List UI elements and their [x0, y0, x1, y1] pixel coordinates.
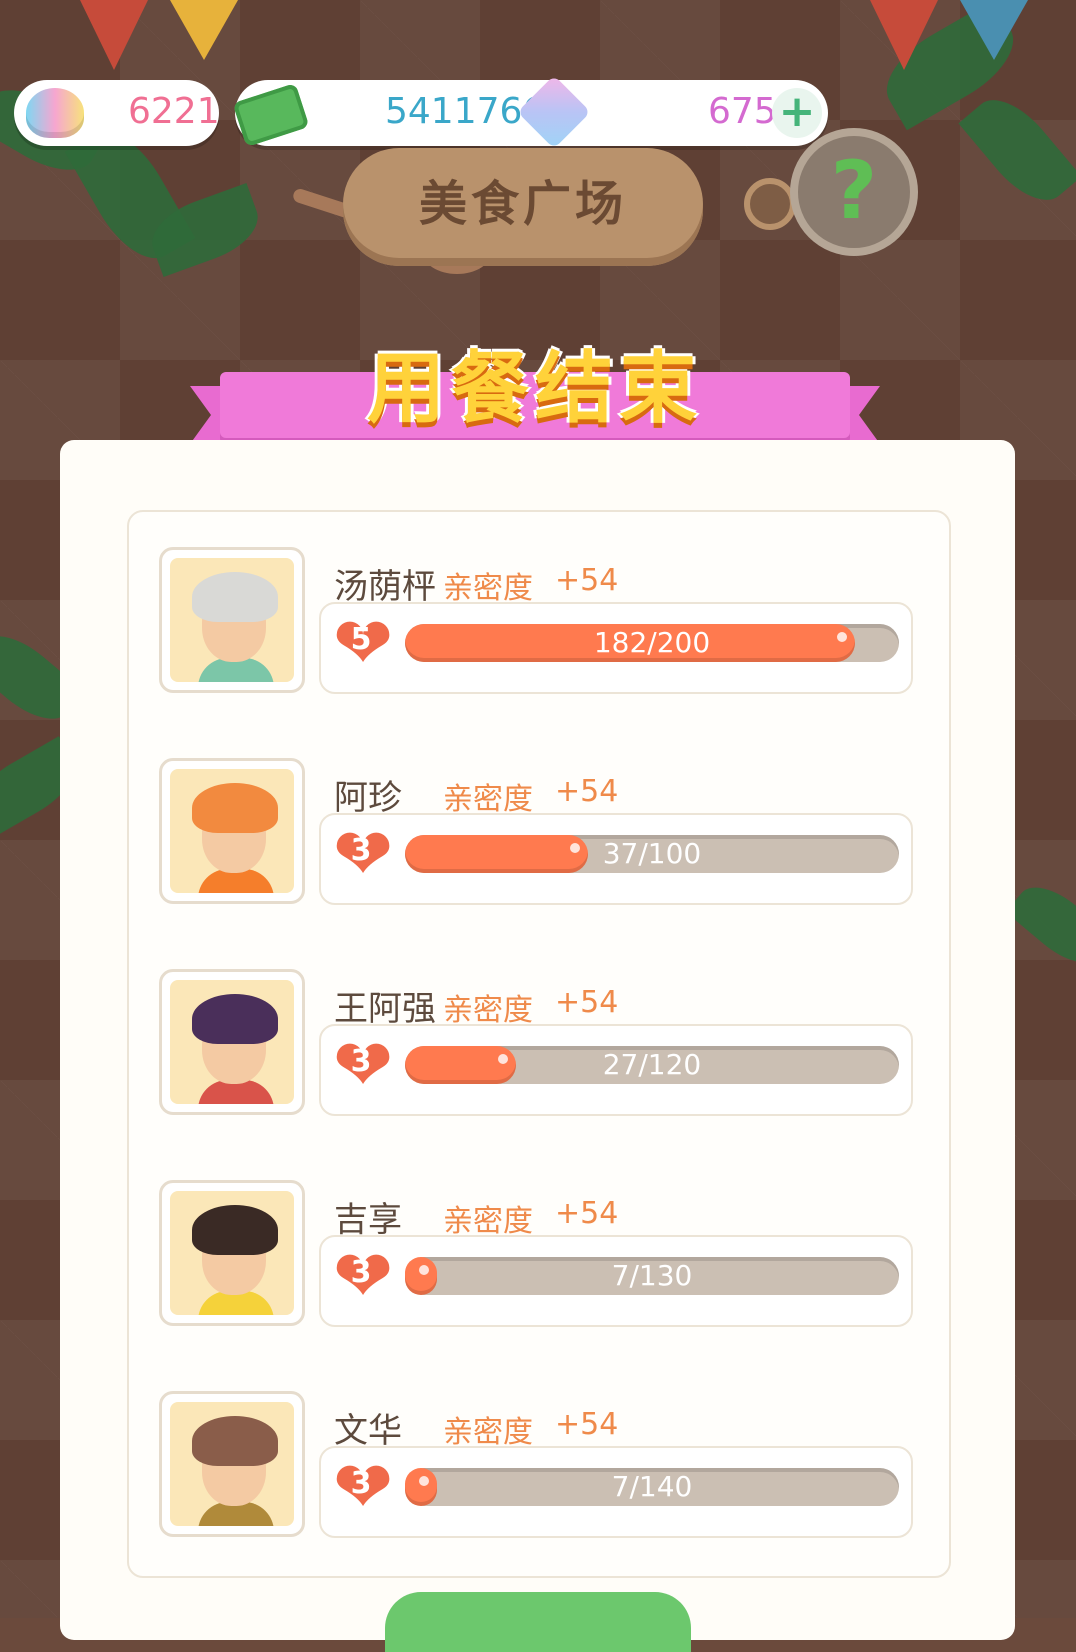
- avatar-portrait: [170, 769, 294, 893]
- avatar-hair: [192, 994, 278, 1044]
- location-title: 美食广场: [418, 176, 627, 232]
- shell-count: 6221: [128, 91, 220, 132]
- affinity-label: 亲密度: [443, 782, 533, 817]
- affinity-progress-text: 7/140: [611, 1470, 693, 1503]
- avatar-portrait: [170, 1402, 294, 1526]
- affinity-level: 3: [350, 1255, 372, 1290]
- avatar-hair: [192, 572, 278, 622]
- add-gems-button[interactable]: +: [772, 88, 822, 138]
- affinity-gain: +54: [555, 563, 619, 598]
- avatar[interactable]: [159, 969, 305, 1115]
- affinity-progress-text: 7/130: [611, 1259, 693, 1292]
- affinity-level: 5: [350, 622, 372, 657]
- confirm-button[interactable]: [385, 1592, 691, 1652]
- affinity-label: 亲密度: [443, 1204, 533, 1239]
- affinity-label: 亲密度: [443, 1415, 533, 1450]
- affinity-label: 亲密度: [443, 571, 533, 606]
- shell-icon: [26, 88, 84, 138]
- customer-row: 汤荫枰 亲密度 +54 ❤ 5 182/200: [129, 512, 949, 697]
- avatar-hair: [192, 1416, 278, 1466]
- avatar[interactable]: [159, 547, 305, 693]
- bunting-flag: [870, 0, 938, 70]
- affinity-level: 3: [350, 833, 372, 868]
- bunting-flag: [960, 0, 1028, 60]
- avatar[interactable]: [159, 1391, 305, 1537]
- gem-count: 675: [708, 91, 777, 132]
- help-button[interactable]: ?: [790, 128, 918, 256]
- affinity-gain: +54: [555, 1196, 619, 1231]
- result-title: 用餐结束: [366, 344, 703, 434]
- avatar-portrait: [170, 558, 294, 682]
- affinity-gain: +54: [555, 1407, 619, 1442]
- customer-row: 阿珍 亲密度 +54 ❤ 3 37/100: [129, 708, 949, 908]
- customer-list[interactable]: 汤荫枰 亲密度 +54 ❤ 5 182/200 阿珍 亲密度 +54 ❤ 3 3…: [127, 510, 951, 1578]
- affinity-progress-text: 182/200: [593, 626, 711, 659]
- avatar-hair: [192, 1205, 278, 1255]
- avatar-portrait: [170, 1191, 294, 1315]
- avatar[interactable]: [159, 758, 305, 904]
- affinity-level: 3: [350, 1044, 372, 1079]
- customer-row: 吉享 亲密度 +54 ❤ 3 7/130: [129, 1130, 949, 1330]
- affinity-level: 3: [350, 1466, 372, 1501]
- avatar-hair: [192, 783, 278, 833]
- avatar-portrait: [170, 980, 294, 1104]
- affinity-gain: +54: [555, 985, 619, 1020]
- affinity-progress-text: 27/120: [602, 1048, 702, 1081]
- customer-row: 文华 亲密度 +54 ❤ 3 7/140: [129, 1341, 949, 1541]
- avatar[interactable]: [159, 1180, 305, 1326]
- board-hole: [744, 178, 796, 230]
- bunting-flag: [170, 0, 238, 60]
- affinity-label: 亲密度: [443, 993, 533, 1028]
- affinity-progress-text: 37/100: [602, 837, 702, 870]
- customer-row: 王阿强 亲密度 +54 ❤ 3 27/120: [129, 919, 949, 1119]
- bunting-flag: [80, 0, 148, 70]
- affinity-gain: +54: [555, 774, 619, 809]
